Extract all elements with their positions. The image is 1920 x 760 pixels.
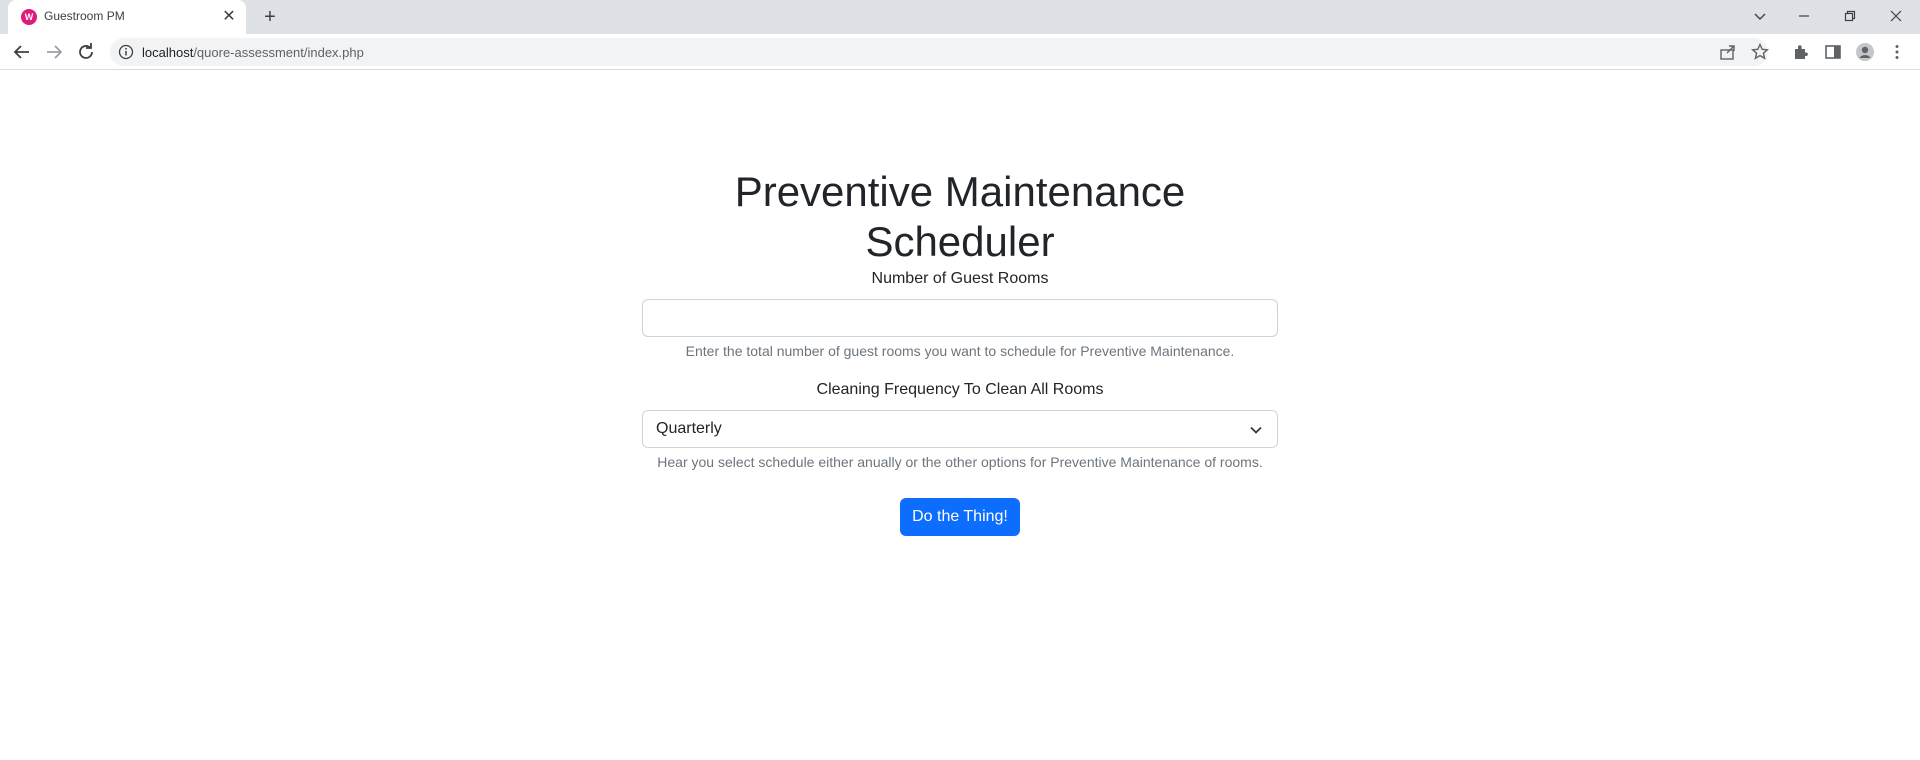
- minimize-icon[interactable]: [1790, 4, 1818, 28]
- page-content: Preventive Maintenance Scheduler Number …: [0, 71, 1920, 760]
- tab-search-icon[interactable]: [1746, 4, 1774, 28]
- rooms-label: Number of Guest Rooms: [871, 270, 1049, 287]
- restore-icon[interactable]: [1836, 4, 1864, 28]
- frequency-label: Cleaning Frequency To Clean All Rooms: [816, 381, 1104, 398]
- url-host: localhost: [142, 45, 194, 60]
- extensions-icon[interactable]: [1791, 42, 1811, 62]
- share-icon[interactable]: [1718, 42, 1738, 62]
- tab-close-icon[interactable]: ✕: [220, 8, 238, 26]
- browser-menu-icon[interactable]: [1887, 42, 1907, 62]
- address-url: localhost/quore-assessment/index.php: [142, 45, 364, 60]
- page-title: Preventive Maintenance Scheduler: [734, 168, 1186, 265]
- browser-tabstrip: W Guestroom PM ✕ +: [0, 0, 1920, 34]
- address-bar[interactable]: localhost/quore-assessment/index.php: [110, 38, 1770, 66]
- browser-toolbar: localhost/quore-assessment/index.php: [0, 34, 1920, 70]
- submit-button[interactable]: Do the Thing!: [900, 498, 1020, 536]
- bookmark-star-icon[interactable]: [1750, 42, 1770, 62]
- tab-favicon-icon: W: [21, 9, 37, 25]
- side-panel-icon[interactable]: [1823, 42, 1843, 62]
- profile-avatar-icon[interactable]: [1855, 42, 1875, 62]
- close-window-icon[interactable]: [1882, 4, 1910, 28]
- browser-tab[interactable]: W Guestroom PM ✕: [8, 0, 246, 34]
- back-icon[interactable]: [10, 40, 34, 64]
- tab-title: Guestroom PM: [44, 9, 125, 23]
- site-info-icon[interactable]: [118, 44, 134, 60]
- forward-icon[interactable]: [42, 40, 66, 64]
- new-tab-button[interactable]: +: [258, 6, 282, 28]
- chevron-down-icon: [1249, 423, 1263, 437]
- url-path: /quore-assessment/index.php: [193, 45, 364, 60]
- scheduler-form: Preventive Maintenance Scheduler Number …: [642, 167, 1278, 536]
- guest-rooms-input[interactable]: [642, 299, 1278, 337]
- frequency-help-text: Hear you select schedule either anually …: [657, 454, 1263, 470]
- frequency-selected-value: Quarterly: [656, 420, 722, 437]
- rooms-help-text: Enter the total number of guest rooms yo…: [685, 343, 1235, 359]
- reload-icon[interactable]: [74, 40, 98, 64]
- frequency-select[interactable]: Quarterly: [642, 410, 1278, 448]
